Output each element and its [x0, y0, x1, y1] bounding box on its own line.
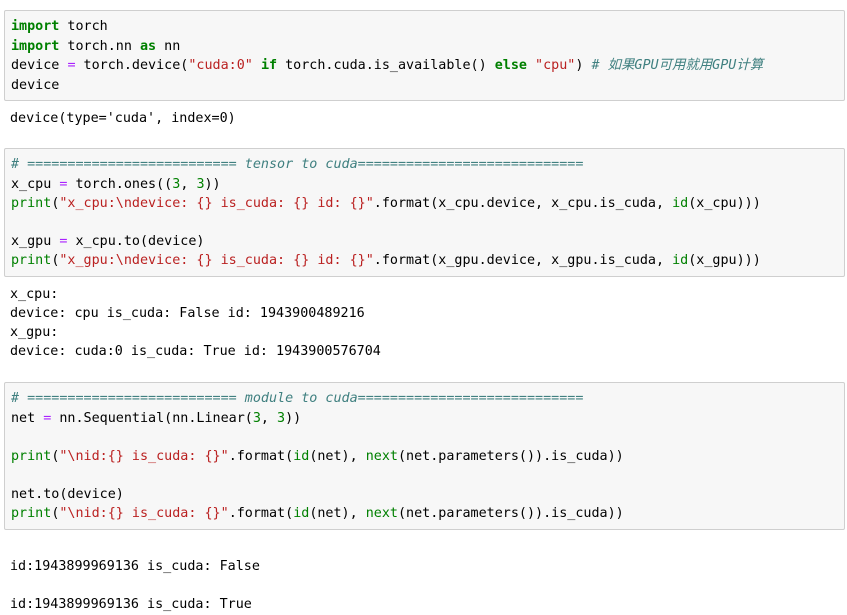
code-token: (x_gpu))) [688, 253, 761, 268]
code-line: print("\nid:{} is_cuda: {}".format(id(ne… [11, 447, 624, 466]
code-token: .format(x_cpu.device, x_cpu.is_cuda, [373, 196, 673, 211]
code-token: print [11, 506, 52, 521]
code-line: net.to(device) [11, 485, 124, 504]
code-token: net.to(device) [11, 487, 124, 502]
code-line: device = torch.device("cuda:0" if torch.… [11, 56, 763, 75]
code-cell-input-3[interactable]: # ========================== module to c… [4, 382, 845, 530]
code-token: nn [156, 39, 181, 54]
code-token: net [11, 411, 44, 426]
code-line: print("\nid:{} is_cuda: {}".format(id(ne… [11, 504, 624, 523]
code-token: as [140, 39, 157, 54]
code-token: (net), [309, 449, 366, 464]
code-token: import [11, 39, 60, 54]
code-line: # ========================== tensor to c… [11, 155, 583, 174]
code-token: "\nid:{} is_cuda: {}" [59, 506, 229, 521]
code-token: print [11, 196, 52, 211]
code-token: device [11, 78, 60, 93]
code-token: x_cpu [11, 177, 60, 192]
code-token: "cpu" [535, 58, 576, 73]
code-token: x_cpu.to(device) [67, 234, 205, 249]
code-token: (net.parameters()).is_cuda)) [398, 449, 624, 464]
code-token: # 如果GPU可用就用GPU计算 [591, 58, 764, 73]
code-line: device [11, 76, 59, 95]
code-token: id [293, 506, 310, 521]
code-token: .format( [228, 449, 294, 464]
output-line: id:1943899969136 is_cuda: False [10, 559, 260, 574]
output-line: device(type='cuda', index=0) [10, 111, 236, 126]
code-token: torch.cuda.is_available() [277, 58, 495, 73]
code-token: ) [575, 58, 592, 73]
code-cell-input-2[interactable]: # ========================== tensor to c… [4, 148, 845, 277]
code-token: (net), [309, 506, 366, 521]
code-token: id [672, 196, 689, 211]
code-token: (net.parameters()).is_cuda)) [398, 506, 624, 521]
code-token: print [11, 449, 52, 464]
code-line: print("x_cpu:\ndevice: {} is_cuda: {} id… [11, 194, 761, 213]
code-line: x_cpu = torch.ones((3, 3)) [11, 175, 221, 194]
code-token: next [365, 449, 398, 464]
code-token: if [260, 58, 278, 73]
code-token: )) [285, 411, 302, 426]
code-line: # ========================== module to c… [11, 389, 583, 408]
code-token: next [365, 506, 398, 521]
code-token: 3 [277, 411, 286, 426]
code-token: device [11, 58, 68, 73]
code-token: "cuda:0" [188, 58, 253, 73]
code-line: import torch.nn as nn [11, 37, 180, 56]
code-token: )) [204, 177, 221, 192]
code-token: x_gpu [11, 234, 60, 249]
code-token: print [11, 253, 52, 268]
code-token: torch [59, 19, 108, 34]
code-token: # ========================== module to c… [11, 391, 584, 406]
code-line: net = nn.Sequential(nn.Linear(3, 3)) [11, 409, 301, 428]
output-line: device: cuda:0 is_cuda: True id: 1943900… [10, 344, 381, 359]
code-token: = [67, 58, 76, 73]
output-line: x_gpu: [10, 325, 59, 340]
code-token: nn.Sequential(nn.Linear( [51, 411, 253, 426]
code-token: id [672, 253, 689, 268]
code-token: "x_gpu:\ndevice: {} is_cuda: {} id: {}" [59, 253, 374, 268]
code-token: .format(x_gpu.device, x_gpu.is_cuda, [373, 253, 673, 268]
code-token: , [180, 177, 197, 192]
code-token: torch.nn [59, 39, 140, 54]
code-token: 3 [196, 177, 205, 192]
code-line: x_gpu = x_cpu.to(device) [11, 232, 205, 251]
code-token: id [293, 449, 310, 464]
code-token: torch.ones(( [67, 177, 173, 192]
code-line: import torch [11, 17, 108, 36]
output-line: x_cpu: [10, 287, 59, 302]
code-token: # ========================== tensor to c… [11, 157, 584, 172]
code-token: else [494, 58, 527, 73]
code-cell-input-1[interactable]: import torch import torch.nn as nn devic… [4, 10, 845, 101]
code-token: (x_cpu))) [688, 196, 761, 211]
code-token: import [11, 19, 60, 34]
code-line: print("x_gpu:\ndevice: {} is_cuda: {} id… [11, 251, 761, 270]
code-token: "\nid:{} is_cuda: {}" [59, 449, 229, 464]
code-token: 3 [252, 411, 261, 426]
code-token: , [260, 411, 278, 426]
code-token: torch.device( [75, 58, 189, 73]
output-line: id:1943899969136 is_cuda: True [10, 597, 252, 612]
code-token: "x_cpu:\ndevice: {} is_cuda: {} id: {}" [59, 196, 374, 211]
output-line: device: cpu is_cuda: False id: 194390048… [10, 306, 365, 321]
code-token: .format( [228, 506, 294, 521]
